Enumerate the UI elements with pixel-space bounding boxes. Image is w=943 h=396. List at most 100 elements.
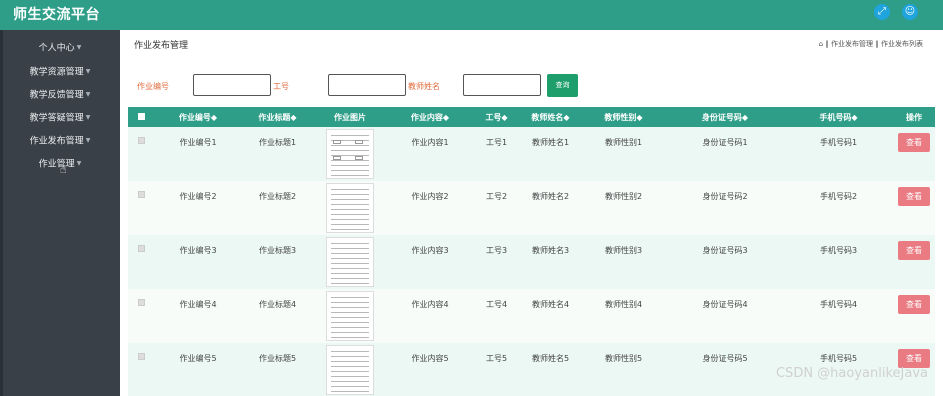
- table-cell: 身份证号码4: [702, 300, 748, 309]
- row-checkbox[interactable]: [128, 235, 154, 289]
- table-cell: 作业编号2: [179, 192, 217, 201]
- table-cell: 教师性别3: [604, 246, 643, 255]
- sidebar-item-personal-center[interactable]: 个人中心 ▼: [0, 39, 120, 57]
- column-header[interactable]: 教师性别◆: [581, 107, 666, 127]
- table-cell: 作业内容4: [411, 300, 449, 309]
- sidebar-item-label: 个人中心: [38, 43, 75, 54]
- column-header[interactable]: 教师姓名◆: [520, 107, 581, 127]
- teacher-name-input[interactable]: [463, 74, 541, 96]
- actions-cell: 查看: [893, 289, 935, 343]
- row-checkbox[interactable]: [128, 289, 154, 343]
- chevron-down-icon: ▼: [85, 91, 91, 98]
- table-cell: 作业标题2: [258, 192, 297, 201]
- view-button[interactable]: 查看: [898, 241, 930, 260]
- table-cell: 手机号码3: [819, 246, 858, 255]
- table-cell: 作业编号5: [179, 354, 217, 363]
- search-button[interactable]: 查询: [547, 74, 578, 97]
- table-row: 作业编号2 作业标题2 作业内容2 工号2 教师姓名2 教师性别2 身份证号码2 手机号码2 查…: [128, 181, 935, 235]
- table-cell: 作业标题4: [258, 300, 297, 309]
- sidebar-item-teaching-qa[interactable]: 教学答疑管理 ▼: [0, 109, 120, 127]
- search-label-homework-id: 作业编号: [137, 82, 169, 91]
- table-cell: 教师姓名5: [531, 354, 570, 363]
- homework-image: [313, 343, 387, 396]
- sidebar-item-label: 作业管理: [38, 159, 75, 170]
- column-header[interactable]: 工号◆: [473, 107, 520, 127]
- table-cell: 教师性别2: [604, 192, 643, 201]
- column-header[interactable]: 作业标题◆: [242, 107, 313, 127]
- staff-id-input[interactable]: [328, 74, 406, 96]
- chevron-down-icon: ▼: [85, 137, 91, 144]
- row-checkbox[interactable]: [128, 181, 154, 235]
- breadcrumb: ⌂ ‖ 作业发布管理 ‖ 作业发布列表: [818, 40, 923, 48]
- sidebar-item-label: 教学答疑管理: [29, 113, 84, 124]
- table-cell: 教师性别1: [604, 138, 643, 147]
- row-checkbox[interactable]: [128, 127, 154, 181]
- table-cell: 身份证号码3: [702, 246, 748, 255]
- row-checkbox[interactable]: [128, 343, 154, 396]
- table-cell: 作业标题1: [258, 138, 297, 147]
- hand-cursor-icon: ☝: [60, 163, 67, 176]
- view-button[interactable]: 查看: [898, 187, 930, 206]
- sidebar-item-teaching-feedback[interactable]: 教学反馈管理 ▼: [0, 86, 120, 104]
- table-row: 作业编号4 作业标题4 作业内容4 工号4 教师姓名4 教师性别4 身份证号码4 手机号码4 查…: [128, 289, 935, 343]
- column-header[interactable]: 作业编号◆: [154, 107, 242, 127]
- homework-image: [313, 235, 387, 289]
- actions-cell: 查看: [893, 127, 935, 181]
- homework-table: 作业编号◆ 作业标题◆ 作业图片 作业内容◆ 工号◆ 教师姓名◆ 教师性别◆ 身…: [128, 107, 935, 396]
- homework-image: [313, 289, 387, 343]
- sidebar-item-label: 教学反馈管理: [29, 90, 84, 101]
- sidebar-item-label: 教学资源管理: [29, 67, 84, 78]
- homework-image: [313, 181, 387, 235]
- sidebar-item-label: 作业发布管理: [29, 136, 84, 147]
- table-cell: 作业内容1: [411, 138, 449, 147]
- table-cell: 工号3: [485, 246, 508, 255]
- table-row: 作业编号1 作业标题1 作业内容1 工号1 教师姓名1 教师性别1 身份证号码1 手机号码1 查…: [128, 127, 935, 181]
- column-header[interactable]: 作业内容◆: [387, 107, 473, 127]
- view-button[interactable]: 查看: [898, 295, 930, 314]
- table-cell: 手机号码2: [819, 192, 858, 201]
- top-bar: [0, 0, 943, 30]
- table-cell: 作业内容2: [411, 192, 449, 201]
- column-header[interactable]: 身份证号码◆: [666, 107, 784, 127]
- table-cell: 作业内容3: [411, 246, 449, 255]
- table-cell: 教师性别4: [604, 300, 643, 309]
- table-cell: 手机号码1: [819, 138, 858, 147]
- table-row: 作业编号3 作业标题3 作业内容3 工号3 教师姓名3 教师性别3 身份证号码3 手机号码3 查…: [128, 235, 935, 289]
- table-cell: 教师姓名3: [531, 246, 570, 255]
- table-cell: 作业编号1: [179, 138, 217, 147]
- table-cell: 教师姓名2: [531, 192, 570, 201]
- column-header: 作业图片: [334, 112, 366, 122]
- table-cell: 教师性别5: [604, 354, 643, 363]
- homework-id-input[interactable]: [193, 74, 271, 96]
- chevron-down-icon: ▼: [85, 68, 91, 75]
- actions-cell: 查看: [893, 181, 935, 235]
- homework-image: [313, 127, 387, 181]
- search-label-teacher-name: 教师姓名: [408, 82, 440, 91]
- sidebar-item-teaching-resources[interactable]: 教学资源管理 ▼: [0, 63, 120, 81]
- table-cell: 手机号码4: [819, 300, 858, 309]
- table-cell: 工号4: [485, 300, 508, 309]
- column-header[interactable]: 手机号码◆: [784, 107, 893, 127]
- page-title: 作业发布管理: [134, 41, 189, 51]
- select-all-checkbox[interactable]: [128, 107, 154, 127]
- table-cell: 作业标题3: [258, 246, 297, 255]
- user-icon[interactable]: ☺: [902, 4, 918, 20]
- sidebar-edge: [0, 30, 3, 396]
- table-cell: 工号2: [485, 192, 508, 201]
- table-header-row: 作业编号◆ 作业标题◆ 作业图片 作业内容◆ 工号◆ 教师姓名◆ 教师性别◆ 身…: [128, 107, 935, 127]
- fullscreen-icon[interactable]: ⤢: [874, 4, 890, 20]
- search-label-staff-id: 工号: [273, 82, 289, 91]
- table-cell: 身份证号码5: [702, 354, 748, 363]
- chevron-down-icon: ▼: [76, 160, 82, 167]
- view-button[interactable]: 查看: [898, 133, 930, 152]
- sidebar-item-homework-publish[interactable]: 作业发布管理 ▼: [0, 132, 120, 150]
- watermark: CSDN @haoyanlikeJava: [775, 366, 928, 381]
- table-cell: 作业标题5: [258, 354, 297, 363]
- table-cell: 身份证号码2: [702, 192, 748, 201]
- app-title: 师生交流平台: [13, 7, 100, 23]
- table-cell: 工号1: [485, 138, 508, 147]
- sidebar: [0, 30, 120, 396]
- chevron-down-icon: ▼: [76, 44, 82, 51]
- table-cell: 作业内容5: [411, 354, 449, 363]
- table-cell: 身份证号码1: [702, 138, 748, 147]
